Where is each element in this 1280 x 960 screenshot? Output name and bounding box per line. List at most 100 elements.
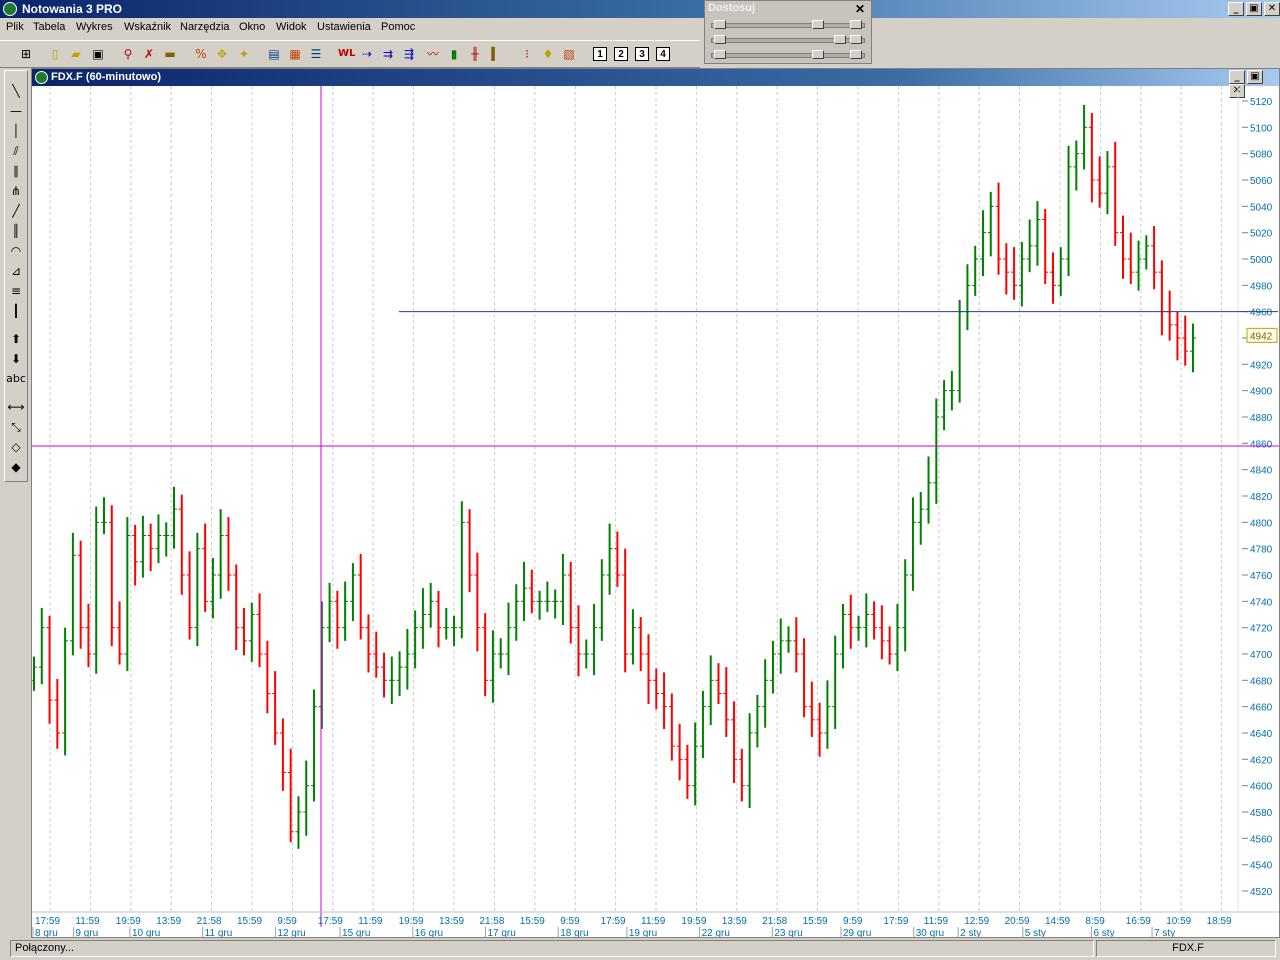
menu-okno[interactable]: Okno [239,21,265,33]
y-tick-label: 4960 [1250,308,1273,319]
y-tick-label: 5000 [1250,255,1273,266]
adjust-slider-2[interactable] [711,35,865,44]
app-window-controls: _ ▣ ✕ [1226,2,1280,16]
resize-horizontal-icon[interactable]: ⟷ [5,397,27,417]
save-icon[interactable]: ▣ [90,46,106,62]
date-label: 2 sty [960,928,981,937]
table-color-icon[interactable]: ▦ [287,46,303,62]
time-label: 15:59 [803,916,828,927]
time-label: 19:59 [116,916,141,927]
vertical-line-icon[interactable]: │ [5,121,27,141]
ohlc-icon[interactable]: ╫ [467,46,483,62]
y-tick-label: 5100 [1250,123,1273,134]
arrow-right-blue-icon[interactable]: ⇢ [359,46,375,62]
date-label: 6 sty [1093,928,1114,937]
search-icon[interactable]: ⚲ [120,46,136,62]
trend-line-icon[interactable]: ╲ [5,81,27,101]
layout-4-button[interactable]: 4 [656,47,670,61]
text-tool-icon[interactable]: abc [5,369,27,389]
time-label: 20:59 [1005,916,1030,927]
time-label: 13:59 [722,916,747,927]
table-list-icon[interactable]: ☰ [308,46,324,62]
menu-wskaznik[interactable]: Wskaźnik [124,21,171,33]
y-tick-label: 4600 [1250,782,1273,793]
fan-icon[interactable]: ⋔ [5,181,27,201]
w-l-icon[interactable]: WL [338,46,355,62]
table-icon[interactable]: ▤ [266,46,282,62]
close-button[interactable]: ✕ [1264,2,1280,16]
restore-button[interactable]: ▣ [1246,2,1262,16]
time-label: 21:58 [197,916,222,927]
bar-chart-icon[interactable]: ▮ [446,46,462,62]
menu-tabela[interactable]: Tabela [33,21,65,33]
time-label: 13:59 [156,916,181,927]
menu-wykres[interactable]: Wykres [76,21,113,33]
arc-icon[interactable]: ◠ [5,241,27,261]
adjust-panel-title: Dostosuj [708,2,756,14]
y-tick-label: 4560 [1250,834,1273,845]
new-file-icon[interactable]: ▯ [47,46,63,62]
pin-icon[interactable]: ♦ [540,46,556,62]
y-tick-label: 5080 [1250,150,1273,161]
y-tick-label: 4580 [1250,808,1273,819]
time-label: 9:59 [560,916,580,927]
candle-icon[interactable]: ▍ [488,46,504,62]
time-label: 16:59 [1126,916,1151,927]
date-label: 8 gru [35,928,58,937]
date-label: 7 sty [1154,928,1175,937]
chart-restore-button[interactable]: ▣ [1247,70,1263,84]
fibonacci-fan-icon[interactable]: ⊿ [5,261,27,281]
line-chart-icon[interactable]: 〰 [425,46,441,62]
zoom-icon[interactable]: ⤡ [5,417,27,437]
price-chart[interactable]: 4520 4540 4560 4580 4600 4620 4640 4660 4680 4700… [32,86,1279,937]
date-label: 19 gru [629,928,657,937]
arrow-down-icon[interactable]: ⬇ [5,349,27,369]
time-zones-icon[interactable]: ┃ [5,301,27,321]
time-label: 11:59 [358,916,383,927]
cursor-alt-icon[interactable]: ✦ [236,46,252,62]
time-label: 17:59 [601,916,626,927]
parallel-lines-icon[interactable]: ∥ [5,161,27,181]
vertical-lines-icon[interactable]: ║ [5,221,27,241]
arrow-right-triple-icon[interactable]: ⇶ [401,46,417,62]
app-title-bar: Notowania 3 PRO _ ▣ ✕ [0,0,1280,18]
menu-narzedzia[interactable]: Narzędzia [180,21,230,33]
fibonacci-retracement-icon[interactable]: ≡ [5,281,27,301]
cursor-icon[interactable]: ✥ [214,46,230,62]
arrow-right-double-icon[interactable]: ⇉ [380,46,396,62]
drawing-tools: ╲ — │ ⫽ ∥ ⋔ ╱ ║ ◠ ⊿ ≡ ┃ ⬆ ⬇ abc ⟷ ⤡ ◇ ◆ [4,70,28,482]
layout-2-button[interactable]: 2 [614,47,628,61]
time-label: 19:59 [399,916,424,927]
grid-icon[interactable]: ⊞ [18,46,34,62]
delete-icon[interactable]: ✗ [141,46,157,62]
layout-1-button[interactable]: 1 [593,47,607,61]
y-tick-label: 4800 [1250,518,1273,529]
arrow-up-icon[interactable]: ⬆ [5,329,27,349]
menu-plik[interactable]: Plik [6,21,24,33]
traffic-light-icon[interactable]: ⁝ [519,46,535,62]
y-tick-label: 5120 [1250,97,1273,108]
menu-ustawienia[interactable]: Ustawienia [317,21,371,33]
chart-minimize-button[interactable]: _ [1229,70,1245,84]
eraser-icon[interactable]: ◇ [5,437,27,457]
adjust-slider-1[interactable] [711,20,865,29]
ray-icon[interactable]: ╱ [5,201,27,221]
layout-3-button[interactable]: 3 [635,47,649,61]
date-label: 16 gru [415,928,443,937]
adjust-panel-close-button[interactable]: ✕ [855,2,865,16]
horizontal-line-icon[interactable]: — [5,101,27,121]
channel-icon[interactable]: ⫽ [5,141,27,161]
y-tick-label: 4780 [1250,545,1273,556]
adjust-panel: Dostosuj ✕ [704,0,872,64]
eraser-all-icon[interactable]: ◆ [5,457,27,477]
open-folder-icon[interactable]: ▰ [68,46,84,62]
picture-icon[interactable]: ▧ [561,46,577,62]
percent-icon[interactable]: % [193,46,209,62]
minimize-button[interactable]: _ [1228,2,1244,16]
menu-widok[interactable]: Widok [276,21,307,33]
ruler-icon[interactable]: ▬ [162,46,178,62]
adjust-slider-3[interactable] [711,50,865,59]
y-tick-label: 4700 [1250,650,1273,661]
menu-pomoc[interactable]: Pomoc [381,21,415,33]
y-tick-label: 4760 [1250,571,1273,582]
